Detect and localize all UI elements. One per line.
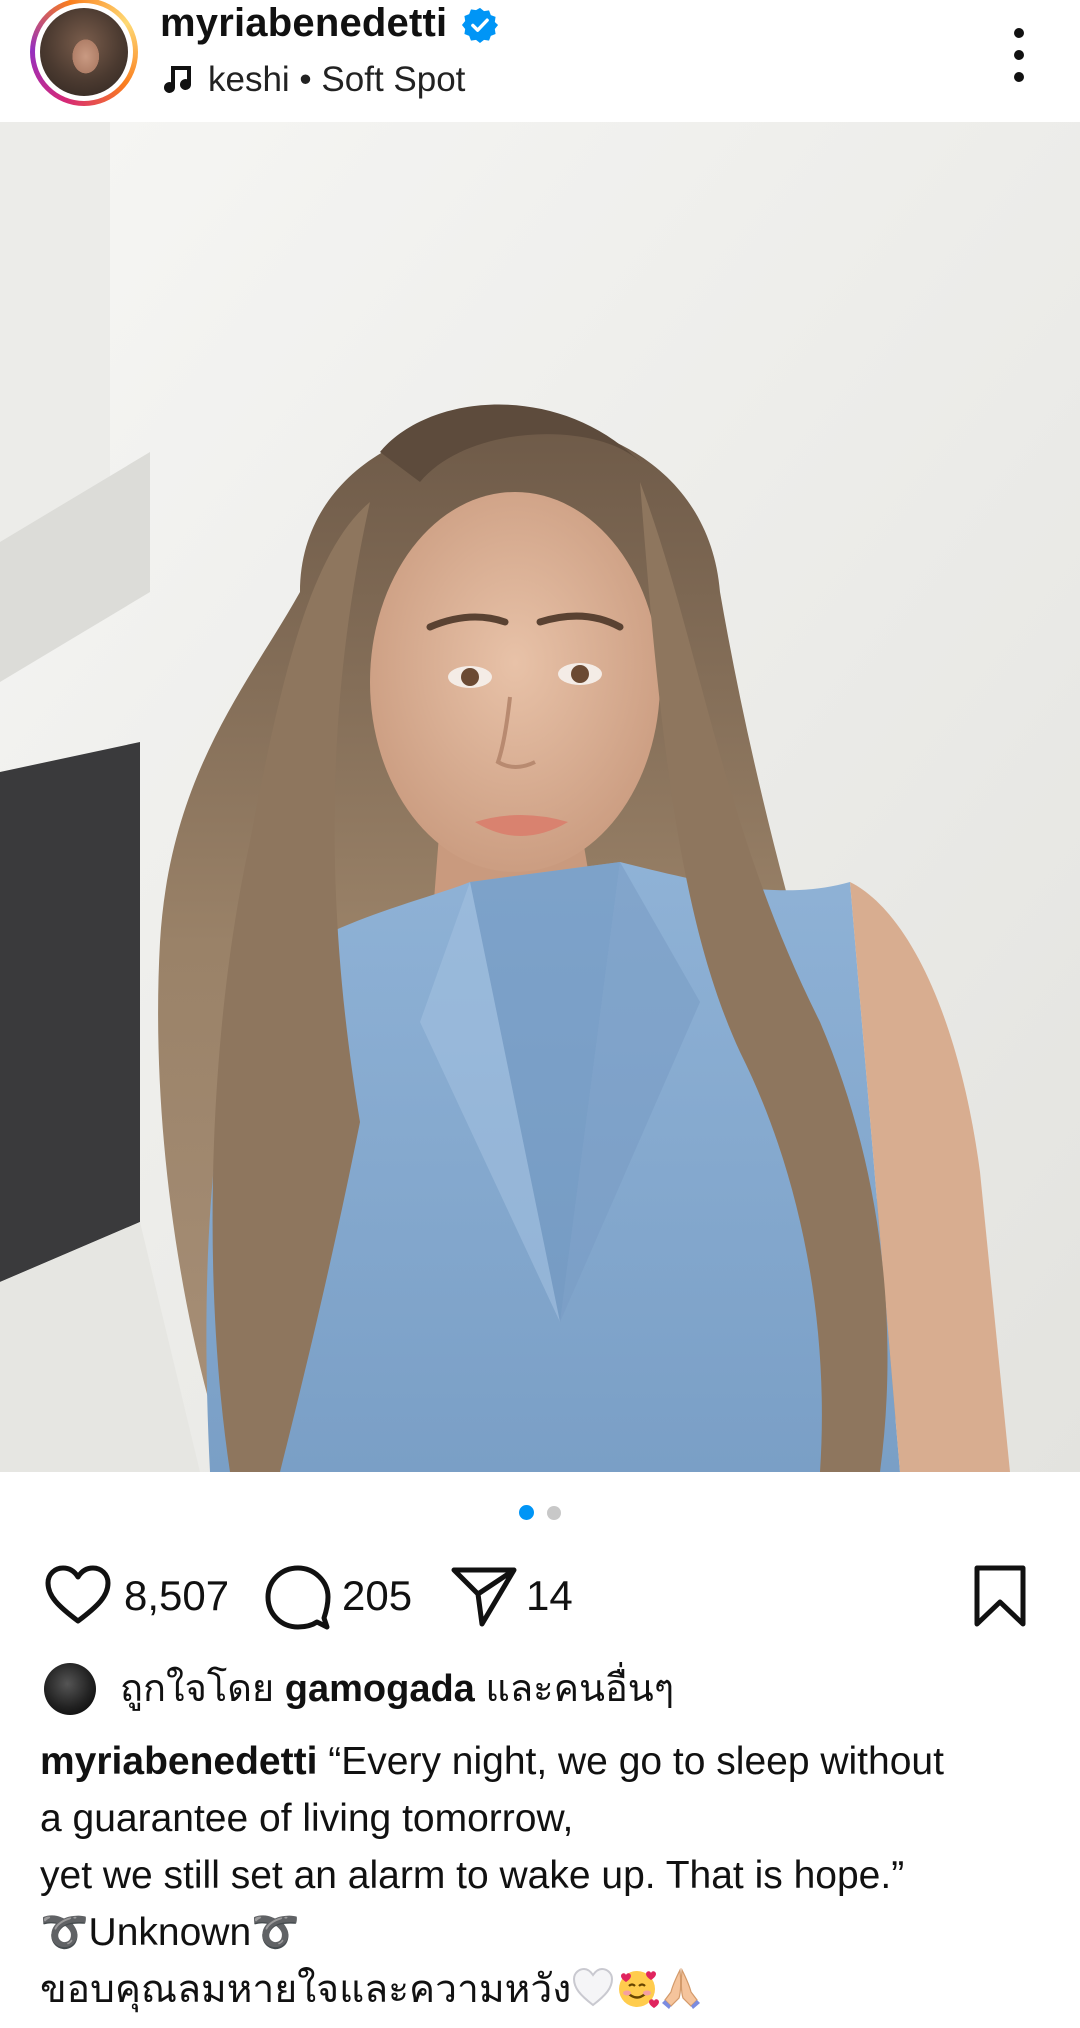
like-count[interactable]: 8,507 (124, 1571, 229, 1621)
paper-plane-icon (451, 1567, 517, 1627)
smiling-face-with-hearts-emoji-icon (619, 1971, 660, 2008)
action-bar: 8,507 205 14 (0, 1555, 1080, 1635)
more-options-button[interactable] (1000, 20, 1038, 90)
liked-by-text: ถูกใจโดย gamogada และคนอื่นๆ (120, 1664, 674, 1714)
avatar-border (35, 3, 133, 101)
save-button[interactable] (972, 1555, 1032, 1635)
caption-username[interactable]: myriabenedetti (40, 1740, 317, 1783)
caption-line-4: ➰Unknown➰ (40, 1911, 300, 1954)
like-button[interactable]: 8,507 (44, 1555, 234, 1635)
share-count[interactable]: 14 (526, 1571, 573, 1621)
liked-by-user[interactable]: gamogada (285, 1668, 475, 1710)
bookmark-icon (974, 1565, 1026, 1627)
post-caption: myriabenedetti “Every night, we go to sl… (40, 1733, 1050, 2018)
carousel-dot (546, 1506, 561, 1520)
music-info[interactable]: keshi • Soft Spot (208, 58, 465, 102)
story-avatar-ring[interactable] (30, 0, 138, 106)
caption-line-2: a guarantee of living tomorrow, (40, 1797, 574, 1840)
caption-line-1: “Every night, we go to sleep without (328, 1740, 944, 1783)
caption-line-5: ขอบคุณลมหายใจและความหวัง (40, 1968, 572, 2011)
verified-badge-icon (461, 7, 499, 44)
liked-by-prefix: ถูกใจโดย (120, 1668, 275, 1710)
username[interactable]: myriabenedetti (160, 0, 447, 46)
liked-by-row[interactable]: ถูกใจโดย gamogada และคนอื่นๆ (40, 1660, 1040, 1720)
heart-icon (45, 1565, 111, 1624)
folded-hands-emoji-icon (662, 1967, 701, 2009)
post-header: myriabenedetti keshi • Soft Spot (0, 0, 1080, 122)
share-button[interactable]: 14 (450, 1555, 590, 1635)
comment-bubble-icon (265, 1565, 331, 1630)
carousel-indicator (0, 1505, 1080, 1525)
liked-by-avatar[interactable] (44, 1663, 96, 1715)
comment-count[interactable]: 205 (342, 1571, 412, 1621)
white-heart-emoji-icon (573, 1967, 614, 2007)
liked-by-suffix[interactable]: และคนอื่นๆ (485, 1668, 674, 1710)
post-photo (0, 122, 1080, 1472)
comment-button[interactable]: 205 (264, 1555, 424, 1635)
caption-line-3: yet we still set an alarm to wake up. Th… (40, 1854, 905, 1897)
carousel-dot-active (519, 1505, 535, 1520)
post-media[interactable] (0, 122, 1080, 1472)
avatar[interactable] (40, 8, 128, 96)
more-vertical-icon (1014, 28, 1024, 38)
music-note-icon (164, 66, 191, 93)
